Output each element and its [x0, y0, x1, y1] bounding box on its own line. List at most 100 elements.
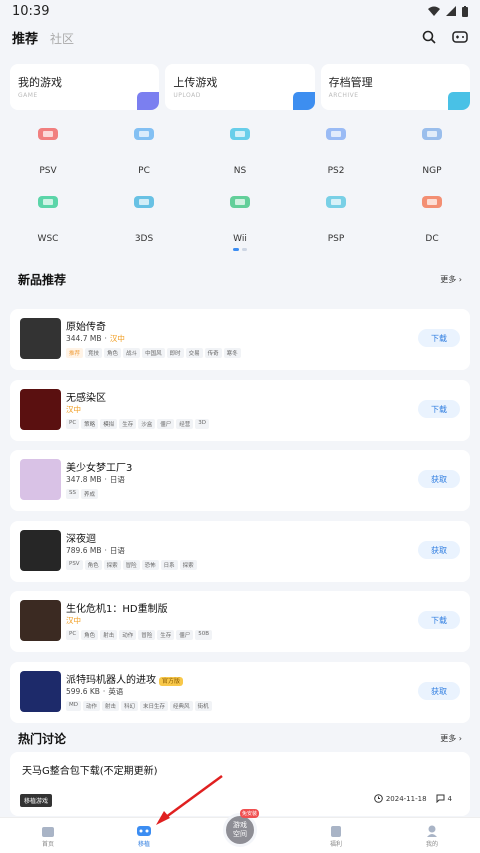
new-games-header: 新品推荐 更多 ›	[0, 271, 480, 288]
game-tag[interactable]: 末日生存	[140, 701, 169, 711]
game-tag[interactable]: 角色	[84, 560, 102, 570]
game-tag[interactable]: 射击	[100, 630, 118, 640]
game-action-button[interactable]: 获取	[418, 541, 460, 559]
game-meta-row: 599.6 KB · 英语	[66, 686, 123, 697]
platform-0[interactable]: PSV	[0, 120, 96, 188]
platform-label: 3DS	[134, 234, 154, 244]
game-tag[interactable]: 竞技	[85, 348, 103, 358]
game-tag[interactable]: 战斗	[123, 348, 141, 358]
game-tag[interactable]: 3D	[195, 419, 209, 429]
wii-remote-icon	[228, 190, 252, 214]
game-tags: PC 角色 射击 动作 冒险 生存 僵尸 50B	[66, 630, 213, 640]
game-tag[interactable]: PSV	[66, 560, 83, 570]
game-tag[interactable]: 沙盒	[138, 419, 156, 429]
game-action-button[interactable]: 获取	[418, 682, 460, 700]
platform-4[interactable]: NGP	[384, 120, 480, 188]
discussion-tag[interactable]: 移植游戏	[20, 794, 53, 807]
game-item[interactable]: 无感染区 汉中 PC 策略 模拟 生存 沙盒 僵尸 经营 3D 下载	[10, 380, 470, 441]
game-tags: PSV 角色 探索 冒险 恐怖 日系 探索	[66, 560, 197, 570]
game-action-button[interactable]: 下载	[418, 611, 460, 629]
swirl-icon	[420, 190, 444, 214]
game-tag[interactable]: 冒险	[122, 560, 140, 570]
game-tag[interactable]: 探索	[103, 560, 121, 570]
platform-7[interactable]: Wii	[192, 188, 288, 256]
tab-community[interactable]: 社区	[50, 30, 74, 47]
nav-home[interactable]: 首页	[18, 824, 78, 848]
game-action-button[interactable]: 下载	[418, 329, 460, 347]
game-tag[interactable]: 日系	[160, 560, 178, 570]
search-icon[interactable]	[422, 30, 436, 44]
card-subtitle: ARCHIVE	[328, 92, 359, 99]
platform-label: PC	[138, 166, 150, 176]
game-item[interactable]: 原始传奇 344.7 MB · 汉中 推荐 竞技 角色 战斗 中国风 即时 交易 传奇 寒冬 下载	[10, 309, 470, 370]
game-tag[interactable]: 探索	[179, 560, 197, 570]
game-tag[interactable]: 僵尸	[176, 630, 194, 640]
discussion-card[interactable]: 天马G整合包下载(不定期更新) 移植游戏 2024-11-18 4	[10, 752, 470, 816]
game-item[interactable]: 派特玛机器人的进攻 官方版 599.6 KB · 英语 MD 动作 射击 科幻 末日生存 经典风…	[10, 662, 470, 723]
game-tag[interactable]: 僵尸	[157, 419, 175, 429]
game-item[interactable]: 生化危机1：HD重制版 汉中 PC 角色 射击 动作 冒险 生存 僵尸 50B 下载	[10, 591, 470, 652]
archive-manage-card[interactable]: 存档管理 ARCHIVE	[320, 64, 470, 110]
upload-game-card[interactable]: 上传游戏 UPLOAD	[165, 64, 315, 110]
platform-3[interactable]: PS2	[288, 120, 384, 188]
game-tag[interactable]: 经营	[176, 419, 194, 429]
game-meta-row: 344.7 MB · 汉中	[66, 333, 125, 344]
game-tag[interactable]: 模拟	[100, 419, 118, 429]
game-action-button[interactable]: 下载	[418, 400, 460, 418]
game-tag[interactable]: 即时	[166, 348, 184, 358]
signal-icon	[446, 6, 456, 16]
game-tag[interactable]: PC	[66, 630, 80, 640]
console-icon	[324, 122, 348, 146]
more-link[interactable]: 更多 ›	[440, 733, 462, 744]
platform-9[interactable]: DC	[384, 188, 480, 256]
platform-label: NGP	[422, 166, 442, 176]
platform-6[interactable]: 3DS	[96, 188, 192, 256]
more-link[interactable]: 更多 ›	[440, 274, 462, 285]
game-tag[interactable]: 角色	[81, 630, 99, 640]
game-tag[interactable]: 经典风	[170, 701, 193, 711]
card-title: 存档管理	[328, 76, 373, 89]
game-tags: MD 动作 射击 科幻 末日生存 经典风 街机	[66, 701, 212, 711]
platform-1[interactable]: PC	[96, 120, 192, 188]
platform-8[interactable]: PSP	[288, 188, 384, 256]
game-tag[interactable]: 冒险	[138, 630, 156, 640]
game-tag[interactable]: 动作	[119, 630, 137, 640]
game-action-button[interactable]: 获取	[418, 470, 460, 488]
nav-label: 我的	[425, 840, 438, 848]
nav-mine[interactable]: 我的	[402, 824, 462, 848]
gift-icon	[331, 825, 341, 837]
game-meta: ·	[104, 475, 107, 484]
nav-welfare[interactable]: 福利	[306, 824, 366, 848]
game-tag[interactable]: 街机	[194, 701, 212, 711]
tab-recommend[interactable]: 推荐	[12, 28, 38, 47]
game-tag[interactable]: 中国风	[142, 348, 165, 358]
game-tag[interactable]: 交易	[185, 348, 203, 358]
game-tag[interactable]: 推荐	[66, 348, 84, 358]
game-space-badge: 免安装	[240, 808, 260, 818]
platform-label: DC	[425, 234, 439, 244]
platform-5[interactable]: WSC	[0, 188, 96, 256]
game-tag[interactable]: 生存	[119, 419, 137, 429]
game-tag[interactable]: 角色	[104, 348, 122, 358]
switch-icon	[228, 122, 252, 146]
game-tag[interactable]: 50B	[195, 630, 213, 640]
platform-2[interactable]: NS	[192, 120, 288, 188]
game-tag[interactable]: MD	[66, 701, 81, 711]
game-tag[interactable]: 生存	[157, 630, 175, 640]
profile-icon	[427, 825, 437, 837]
gamepad-icon[interactable]	[452, 31, 468, 43]
my-games-card[interactable]: 我的游戏 GAME	[10, 64, 160, 110]
game-tag[interactable]: 科幻	[121, 701, 139, 711]
game-tag[interactable]: 传奇	[204, 348, 222, 358]
game-tag[interactable]: PC	[66, 419, 80, 429]
game-tag[interactable]: 养成	[80, 489, 98, 499]
game-tag[interactable]: 策略	[81, 419, 99, 429]
game-tag[interactable]: 寒冬	[223, 348, 241, 358]
game-tag[interactable]: 恐怖	[141, 560, 159, 570]
game-tag[interactable]: 射击	[102, 701, 120, 711]
game-item[interactable]: 深夜迴 789.6 MB · 日语 PSV 角色 探索 冒险 恐怖 日系 探索 获取	[10, 521, 470, 582]
game-item[interactable]: 美少女梦工厂3 347.8 MB · 日语 SS 养成 获取	[10, 450, 470, 511]
platform-label: PSP	[327, 234, 345, 244]
game-tag[interactable]: SS	[66, 489, 79, 499]
game-tag[interactable]: 动作	[82, 701, 100, 711]
